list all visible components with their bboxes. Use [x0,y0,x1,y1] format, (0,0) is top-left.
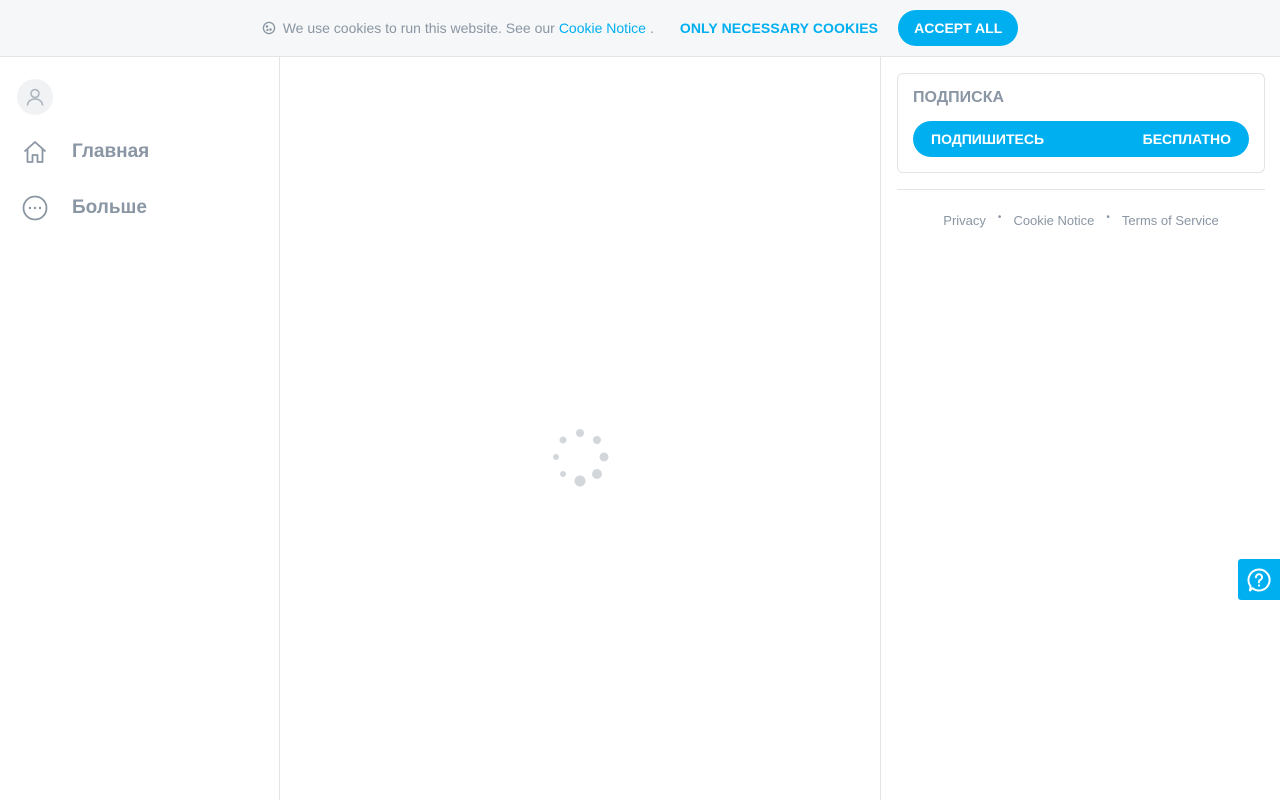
footer-links: Privacy • Cookie Notice • Terms of Servi… [897,212,1265,228]
privacy-link[interactable]: Privacy [943,213,986,228]
sidebar-item-label: Главная [72,141,150,162]
cookie-message: We use cookies to run this website. See … [282,20,555,36]
more-icon [20,193,50,223]
terms-of-service-link[interactable]: Terms of Service [1122,213,1219,228]
avatar[interactable] [17,79,53,115]
cookie-trailing-dot: . [649,20,654,36]
cookie-icon [262,21,276,35]
footer-separator: • [997,212,1002,223]
accept-all-cookies-button[interactable]: ACCEPT ALL [898,10,1019,46]
help-button[interactable] [1238,559,1280,600]
help-icon [1246,567,1272,593]
subscribe-button[interactable]: ПОДПИШИТЕСЬ БЕСПЛАТНО [913,121,1249,157]
subscription-card: ПОДПИСКА ПОДПИШИТЕСЬ БЕСПЛАТНО [897,73,1265,173]
only-necessary-cookies-button[interactable]: ONLY NECESSARY COOKIES [680,20,878,36]
sidebar-item-label: Больше [72,197,147,218]
spinner-icon [550,427,610,487]
cookie-notice-link[interactable]: Cookie Notice [559,20,646,36]
subscribe-button-label: ПОДПИШИТЕСЬ [931,131,1045,147]
subscribe-button-price: БЕСПЛАТНО [1142,131,1231,147]
right-sidebar: ПОДПИСКА ПОДПИШИТЕСЬ БЕСПЛАТНО Privacy •… [880,57,1280,800]
sidebar-item-more[interactable]: Больше [20,193,147,223]
main-feed [280,57,880,800]
subscription-title: ПОДПИСКА [913,89,1005,106]
cookie-banner: We use cookies to run this website. See … [0,0,1280,57]
footer-separator: • [1106,212,1110,223]
home-icon [20,137,50,167]
cookie-notice-footer-link[interactable]: Cookie Notice [1013,213,1094,228]
divider [897,189,1265,190]
sidebar-item-home[interactable]: Главная [20,137,149,167]
left-sidebar: Главная Больше [0,57,280,800]
user-icon [24,86,46,108]
